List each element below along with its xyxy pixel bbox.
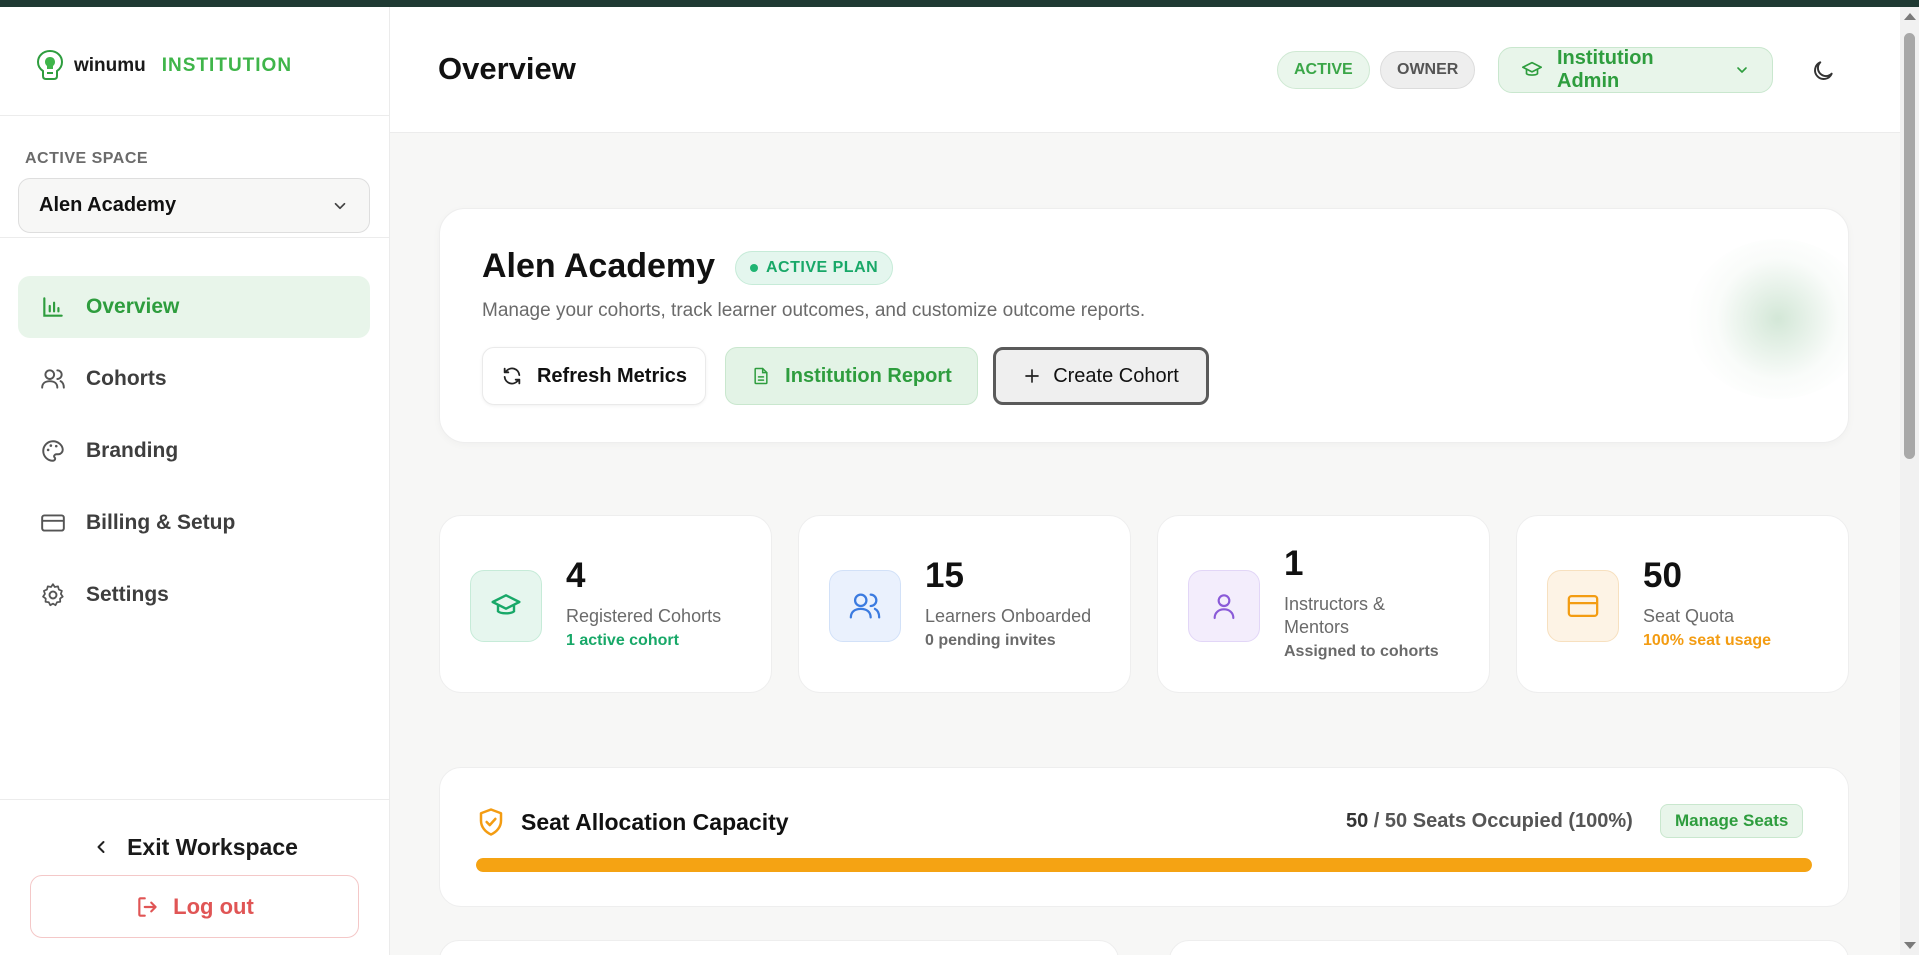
stat-sub: Assigned to cohorts: [1284, 643, 1439, 660]
active-space-value: Alen Academy: [39, 194, 177, 216]
stat-value: 50: [1643, 556, 1682, 595]
refresh-metrics-button[interactable]: Refresh Metrics: [482, 347, 706, 405]
users-icon: [41, 369, 65, 389]
role-badge-owner: OWNER: [1380, 51, 1476, 89]
gear-icon: [42, 583, 64, 607]
exit-workspace-label: Exit Workspace: [127, 833, 298, 860]
create-cohort-button[interactable]: Create Cohort: [993, 347, 1209, 405]
shield-check-icon: [479, 808, 503, 836]
plus-icon: [1025, 369, 1040, 383]
brand-name: winumu: [74, 55, 146, 76]
stat-card-instructors: 1 Instructors & Mentors Assigned to coho…: [1157, 515, 1490, 693]
plan-badge-label: ACTIVE PLAN: [766, 259, 879, 276]
active-space-select[interactable]: Alen Academy: [18, 178, 370, 233]
sidebar: winumu INSTITUTION ACTIVE SPACE Alen Aca…: [0, 7, 390, 955]
status-dot: [750, 264, 758, 272]
sidebar-item-settings[interactable]: Settings: [18, 564, 370, 626]
sidebar-item-branding[interactable]: Branding: [18, 420, 370, 482]
sidebar-item-label: Cohorts: [86, 367, 167, 390]
lower-card: [1169, 940, 1849, 955]
graduation-cap-icon: [1522, 61, 1542, 76]
sidebar-divider: [0, 237, 389, 238]
document-icon: [754, 367, 768, 385]
credit-card-icon: [41, 514, 65, 532]
lower-card: [439, 940, 1119, 955]
decorative-glow: [1688, 239, 1848, 399]
seat-capacity-card: Seat Allocation Capacity 50 / 50 Seats O…: [439, 767, 1849, 907]
bar-chart-icon: [43, 297, 63, 317]
page-title: Overview: [438, 51, 576, 86]
logout-icon: [138, 896, 157, 917]
stat-sub: 0 pending invites: [925, 632, 1056, 649]
brain-lightbulb-logo-icon: [36, 49, 64, 80]
sidebar-item-billing[interactable]: Billing & Setup: [18, 492, 370, 554]
users-icon: [829, 570, 901, 642]
window-top-bar: [0, 0, 1919, 7]
capacity-summary-text: 50 Seats Occupied (100%): [1384, 810, 1633, 832]
stat-label: Seat Quota: [1643, 606, 1735, 626]
page-header: Overview ACTIVE OWNER Institution Admin: [390, 7, 1900, 133]
sidebar-divider: [0, 799, 389, 800]
stat-label: Instructors & Mentors: [1284, 594, 1386, 637]
stat-label: Registered Cohorts: [566, 606, 722, 626]
sidebar-item-label: Branding: [86, 439, 179, 462]
sidebar-item-label: Billing & Setup: [86, 511, 236, 534]
institution-name: Alen Academy: [482, 247, 716, 285]
stat-value: 4: [566, 556, 586, 595]
sidebar-item-cohorts[interactable]: Cohorts: [18, 348, 370, 410]
logout-button[interactable]: Log out: [30, 875, 359, 938]
stat-value: 1: [1284, 544, 1304, 583]
refresh-icon: [503, 367, 521, 385]
role-switcher-label: Institution Admin: [1557, 47, 1654, 92]
stat-sub: 100% seat usage: [1643, 632, 1772, 649]
sidebar-divider: [0, 115, 389, 116]
credit-card-icon: [1547, 570, 1619, 642]
plan-badge: ACTIVE PLAN: [735, 251, 894, 285]
sidebar-item-overview[interactable]: Overview: [18, 276, 370, 338]
capacity-summary: 50 / 50 Seats Occupied (100%): [1346, 810, 1633, 833]
capacity-progress-bar: [476, 858, 1812, 872]
create-cohort-label: Create Cohort: [1053, 364, 1179, 387]
institution-report-label: Institution Report: [785, 364, 952, 387]
scroll-down-arrow-icon[interactable]: [1904, 942, 1916, 949]
stat-sub: 1 active cohort: [566, 632, 679, 649]
sidebar-item-label: Settings: [86, 583, 169, 606]
institution-hero-card: Alen Academy ACTIVE PLAN Manage your coh…: [439, 208, 1849, 443]
sidebar-nav: Overview Cohorts Branding Billing & Setu…: [18, 276, 370, 636]
moon-icon: [1814, 61, 1833, 80]
palette-icon: [42, 440, 64, 462]
logout-label: Log out: [173, 893, 254, 919]
institution-report-button[interactable]: Institution Report: [725, 347, 978, 405]
institution-subtitle: Manage your cohorts, track learner outco…: [482, 300, 1146, 321]
role-switcher-button[interactable]: Institution Admin: [1498, 47, 1773, 93]
capacity-progress-fill: [476, 858, 1812, 872]
active-space-label: ACTIVE SPACE: [25, 150, 149, 167]
graduation-cap-icon: [470, 570, 542, 642]
theme-toggle-button[interactable]: [1806, 54, 1840, 88]
stat-label: Learners Onboarded: [925, 606, 1092, 626]
manage-seats-button[interactable]: Manage Seats: [1660, 804, 1804, 838]
capacity-title: Seat Allocation Capacity: [521, 809, 789, 835]
chevron-down-icon: [1737, 67, 1747, 73]
capacity-occupied: 50: [1346, 810, 1369, 832]
brand-tag: INSTITUTION: [161, 55, 293, 76]
exit-workspace-button[interactable]: Exit Workspace: [0, 825, 389, 869]
stat-card-learners: 15 Learners Onboarded 0 pending invites: [798, 515, 1131, 693]
refresh-metrics-label: Refresh Metrics: [536, 364, 688, 387]
scrollbar-thumb[interactable]: [1904, 33, 1915, 459]
capacity-separator: /: [1368, 810, 1385, 832]
stat-value: 15: [925, 556, 964, 595]
scrollbar[interactable]: [1900, 7, 1919, 955]
chevron-left-icon: [97, 841, 105, 853]
sidebar-item-label: Overview: [86, 295, 180, 318]
stat-card-seats: 50 Seat Quota 100% seat usage: [1516, 515, 1849, 693]
scroll-up-arrow-icon[interactable]: [1904, 13, 1916, 20]
brand[interactable]: winumu INSTITUTION: [34, 43, 292, 89]
stat-card-cohorts: 4 Registered Cohorts 1 active cohort: [439, 515, 772, 693]
chevron-down-icon: [334, 202, 346, 209]
status-badge-active: ACTIVE: [1277, 51, 1370, 89]
user-icon: [1188, 570, 1260, 642]
